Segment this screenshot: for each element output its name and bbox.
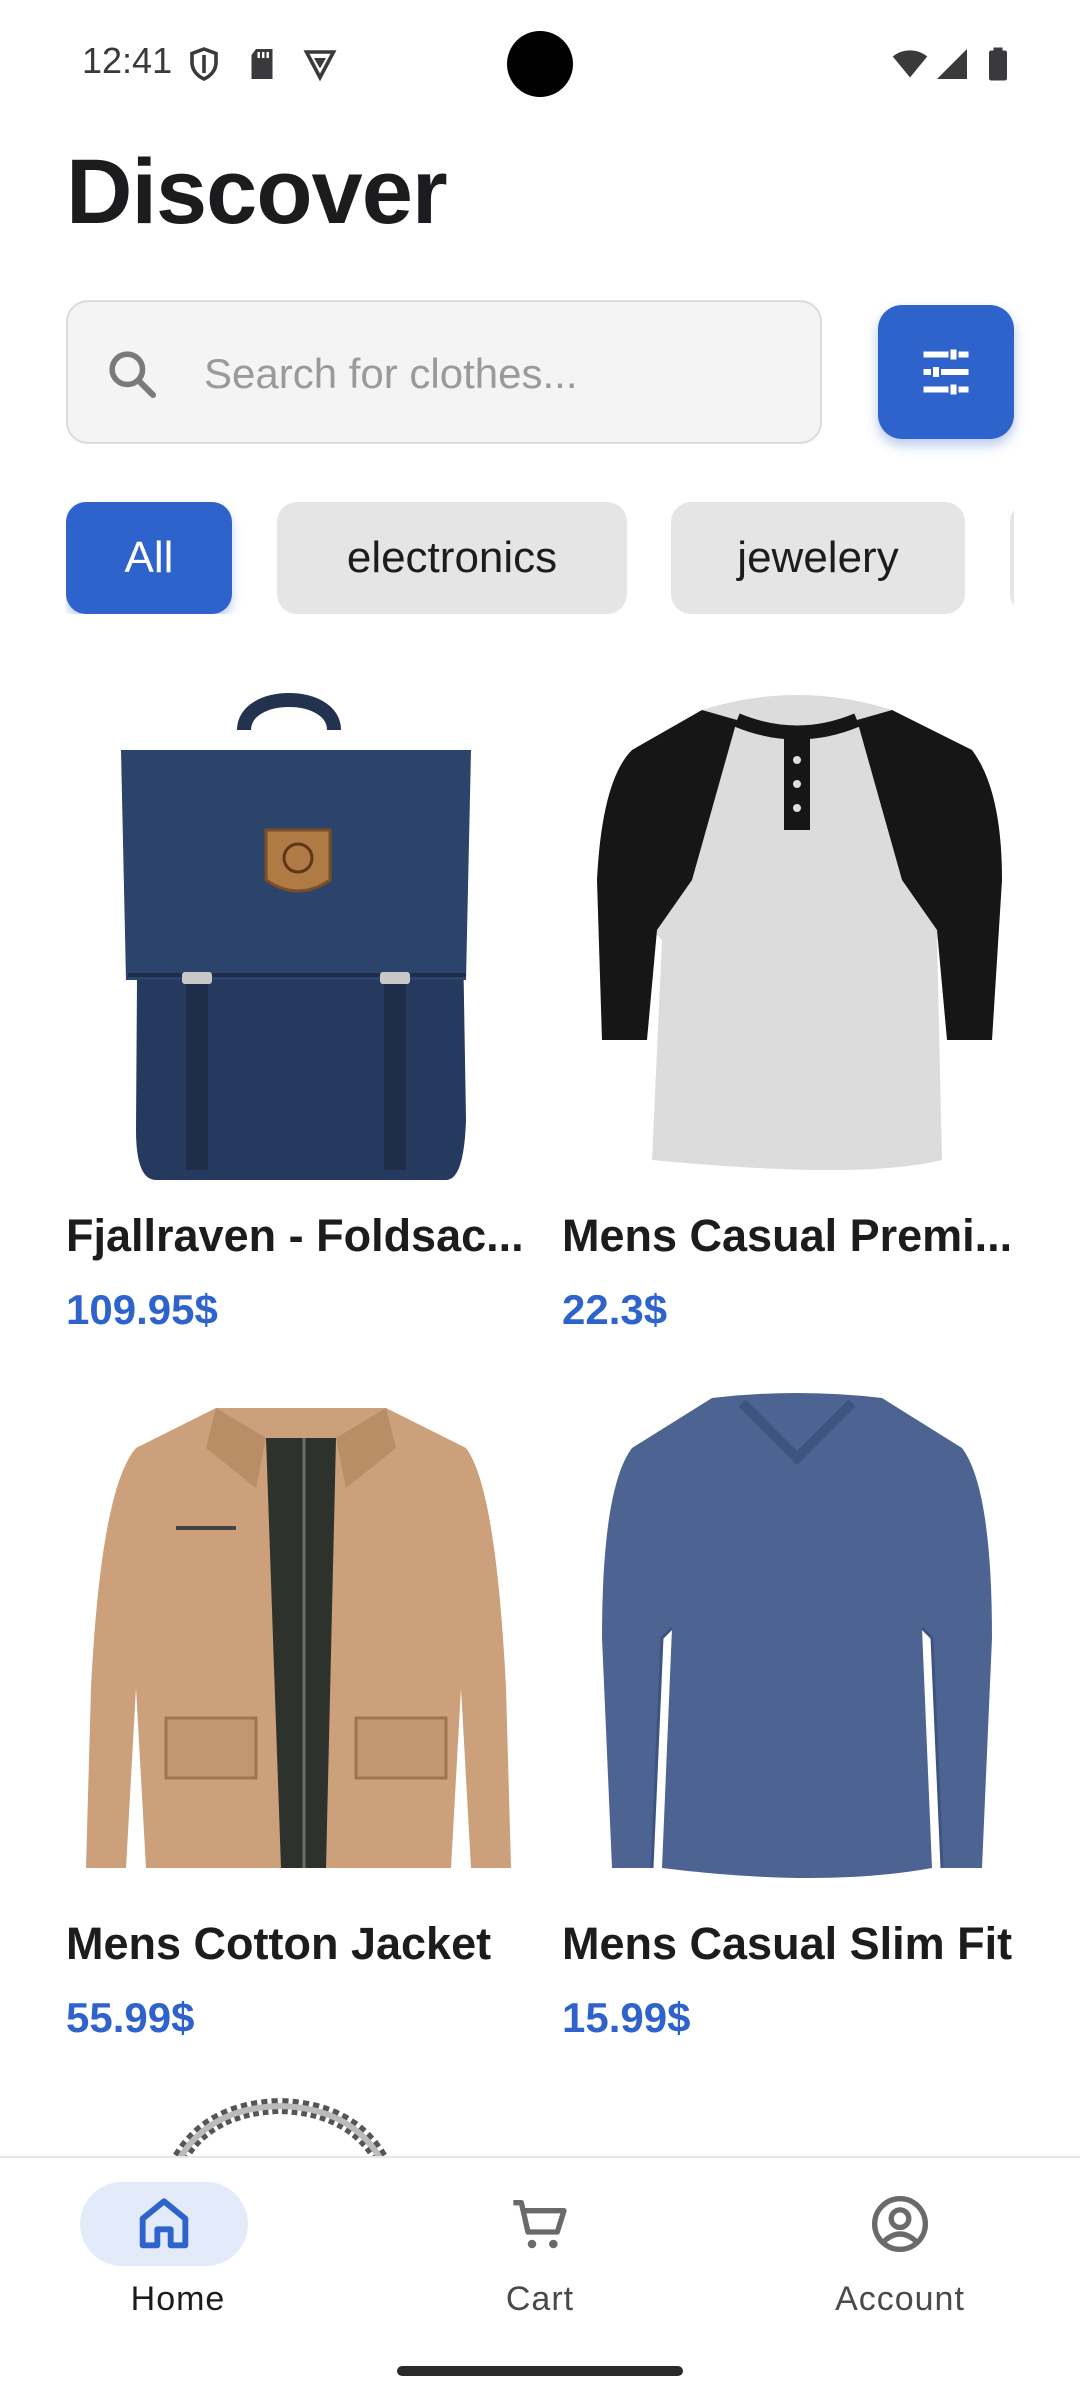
shield-icon — [190, 47, 218, 81]
product-title: Mens Casual Slim Fit — [562, 1918, 1013, 1969]
chip-label: electronics — [346, 533, 558, 582]
status-bar: 12:41 — [0, 0, 1080, 128]
product-price: 22.3$ — [562, 1286, 668, 1333]
category-chips: All electronics jewelery — [66, 502, 1014, 614]
chip-label: All — [124, 533, 174, 582]
nav-account[interactable]: Account — [770, 2158, 1030, 2368]
nav-label: Account — [835, 2280, 965, 2318]
tune-sliders-icon — [923, 349, 969, 395]
product-image-jacket — [86, 1408, 511, 1868]
filter-button[interactable] — [878, 305, 1014, 439]
cellular-signal-icon — [937, 49, 967, 79]
chip-jewelery[interactable]: jewelery — [671, 502, 965, 614]
home-indicator-bar[interactable] — [397, 2366, 683, 2376]
search-box[interactable] — [66, 300, 822, 444]
product-price: 55.99$ — [66, 1994, 195, 2041]
product-image-slim-fit-shirt — [602, 1393, 992, 1878]
vpn-icon — [303, 50, 337, 82]
chip-all[interactable]: All — [66, 502, 232, 614]
chip-next[interactable] — [1010, 502, 1014, 614]
search-input[interactable] — [204, 332, 794, 416]
product-price: 109.95$ — [66, 1286, 218, 1333]
chip-electronics[interactable]: electronics — [277, 502, 627, 614]
nav-home[interactable]: Home — [48, 2158, 308, 2368]
home-icon — [139, 2198, 189, 2249]
account-icon — [872, 2196, 928, 2252]
cart-icon — [513, 2200, 567, 2249]
camera-cutout — [507, 31, 573, 97]
battery-icon — [989, 47, 1007, 81]
product-image-bracelet-partial — [173, 2098, 387, 2158]
product-image-backpack — [121, 693, 471, 1180]
product-image-raglan-shirt — [597, 695, 1002, 1170]
bottom-navigation: Home Cart Account — [0, 2156, 1080, 2400]
nav-label: Home — [130, 2280, 226, 2318]
page-title: Discover — [66, 141, 448, 243]
wifi-icon — [892, 50, 928, 78]
product-title: Fjallraven - Foldsac... — [66, 1210, 524, 1261]
chip-label: jewelery — [737, 533, 899, 582]
product-title: Mens Casual Premi... — [562, 1210, 1013, 1261]
product-price: 15.99$ — [562, 1994, 691, 2041]
product-title: Mens Cotton Jacket — [66, 1918, 492, 1969]
nav-label: Cart — [505, 2280, 575, 2318]
search-icon — [109, 351, 157, 399]
nav-cart[interactable]: Cart — [410, 2158, 670, 2368]
status-time: 12:41 — [82, 40, 173, 81]
sd-card-icon — [251, 49, 273, 79]
